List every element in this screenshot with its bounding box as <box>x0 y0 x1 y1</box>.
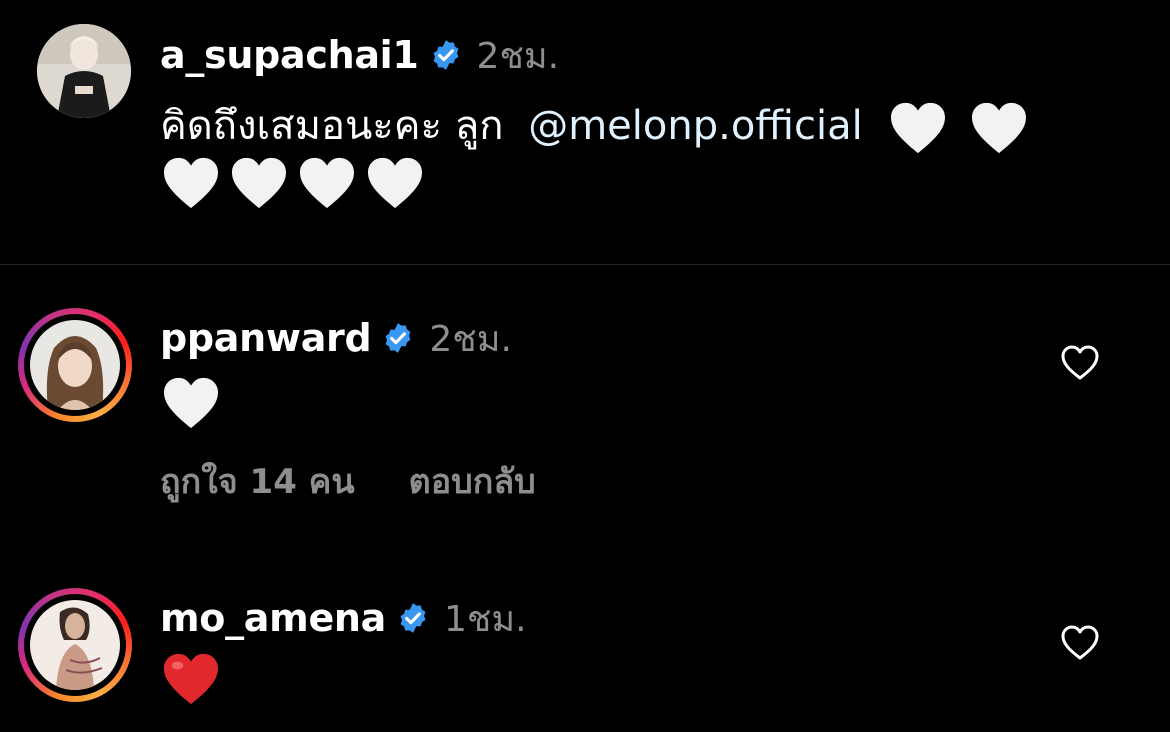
reply-button[interactable]: ตอบกลับ <box>409 454 536 508</box>
comment-text <box>162 376 230 430</box>
likes-count[interactable]: ถูกใจ 14 คน <box>160 454 355 508</box>
avatar-image <box>30 320 120 410</box>
avatar-story-ring[interactable] <box>18 308 132 422</box>
avatar-image <box>30 600 120 690</box>
white-heart-emoji <box>164 157 218 209</box>
verified-badge-icon <box>433 40 459 70</box>
white-heart-emoji <box>970 102 1038 154</box>
username[interactable]: ppanward <box>160 316 372 360</box>
avatar[interactable] <box>37 24 131 118</box>
white-heart-emoji <box>164 377 218 429</box>
emoji-row <box>162 156 434 210</box>
avatar-image <box>37 24 131 118</box>
heart-outline-icon <box>1061 345 1099 380</box>
username[interactable]: a_supachai1 <box>160 33 419 77</box>
white-heart-emoji <box>368 157 422 209</box>
like-button[interactable] <box>1060 344 1100 382</box>
avatar-story-ring[interactable] <box>18 588 132 702</box>
divider <box>0 264 1170 265</box>
red-heart-emoji <box>164 653 218 705</box>
heart-outline-icon <box>1061 625 1099 660</box>
mention-link[interactable]: @melonp.official <box>528 103 863 149</box>
comment-text <box>162 652 230 706</box>
username[interactable]: mo_amena <box>160 596 386 640</box>
verified-badge-icon <box>385 323 411 353</box>
verified-badge-icon <box>400 603 426 633</box>
comment-body: คิดถึงเสมอนะคะ ลูก <box>160 103 504 149</box>
like-button[interactable] <box>1060 624 1100 662</box>
white-heart-emoji <box>232 157 286 209</box>
timestamp: 1ชม. <box>444 598 527 640</box>
timestamp: 2ชม. <box>429 318 512 360</box>
white-heart-emoji <box>889 102 970 154</box>
white-heart-emoji <box>300 157 354 209</box>
timestamp: 2ชม. <box>476 35 560 77</box>
comment-text: คิดถึงเสมอนะคะ ลูก @melonp.official <box>160 92 1100 160</box>
